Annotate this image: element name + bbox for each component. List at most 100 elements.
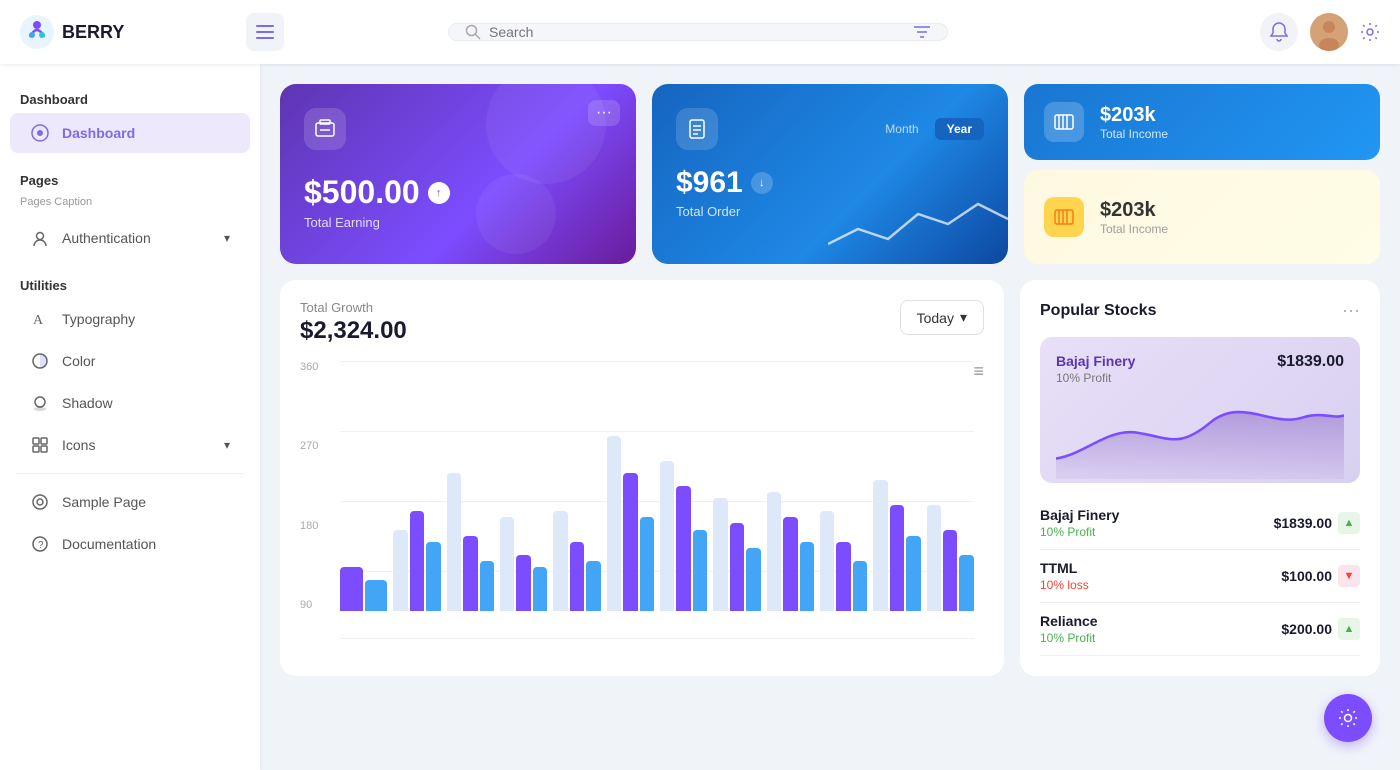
- bar-group-6: [660, 461, 707, 611]
- stock-row-1: TTML 10% loss $100.00 ▼: [1040, 550, 1360, 603]
- income-yellow-amount: $203k: [1100, 199, 1168, 222]
- stock-name: TTML: [1040, 560, 1089, 576]
- income-yellow-icon: [1044, 197, 1084, 237]
- hamburger-button[interactable]: [246, 13, 284, 51]
- bar-light: [820, 511, 834, 611]
- stock-right: $1839.00 ▲: [1274, 512, 1360, 534]
- stocks-title: Popular Stocks: [1040, 302, 1156, 320]
- search-input[interactable]: [489, 24, 905, 40]
- filter-icon: [913, 24, 931, 40]
- bar-blue: [853, 561, 867, 611]
- bar-group-1: [393, 511, 440, 611]
- sidebar-item-authentication[interactable]: Authentication ▾: [10, 218, 250, 258]
- bar-group-8: [767, 492, 814, 611]
- stock-row-0: Bajaj Finery 10% Profit $1839.00 ▲: [1040, 497, 1360, 550]
- icons-chevron: ▾: [224, 438, 230, 452]
- bar-purple: [570, 542, 584, 611]
- topnav-right: [1260, 13, 1380, 51]
- grid-line-5: [340, 638, 974, 639]
- income-yellow-info: $203k Total Income: [1100, 199, 1168, 236]
- earning-card-menu[interactable]: ···: [588, 100, 620, 126]
- sidebar-item-icons[interactable]: Icons ▾: [10, 425, 250, 465]
- bottom-row: Total Growth $2,324.00 Today ▾ ≡: [280, 280, 1380, 676]
- chart-bars: [340, 361, 974, 611]
- bar-purple: [890, 505, 904, 611]
- year-tab[interactable]: Year: [935, 118, 984, 140]
- bar-purple: [410, 511, 424, 611]
- search-bar: [448, 23, 948, 41]
- bar-purple: [836, 542, 850, 611]
- bar-blue: [586, 561, 600, 611]
- bar-purple: [463, 536, 477, 611]
- typography-icon: A: [30, 309, 50, 329]
- sidebar-section-dashboard: Dashboard: [0, 84, 260, 111]
- sidebar-item-shadow[interactable]: Shadow: [10, 383, 250, 423]
- bar-group-2: [447, 473, 494, 611]
- topnav: BERRY: [0, 0, 1400, 64]
- bajaj-name: Bajaj Finery: [1056, 353, 1135, 369]
- bar-group-11: [927, 505, 974, 611]
- income-blue-icon: [1044, 102, 1084, 142]
- notification-button[interactable]: [1260, 13, 1298, 51]
- menu-icon: [256, 25, 274, 39]
- settings-button[interactable]: [1360, 22, 1380, 42]
- bar-light: [500, 517, 514, 611]
- bar-blue: [800, 542, 814, 611]
- user-avatar: [1310, 13, 1348, 51]
- bar-blue: [906, 536, 920, 611]
- stocks-card: Popular Stocks ··· Bajaj Finery 10% Prof…: [1020, 280, 1380, 676]
- sidebar: Dashboard Dashboard Pages Pages Caption …: [0, 64, 260, 770]
- gear-icon: [1360, 22, 1380, 42]
- earning-trend-icon: ↑: [428, 182, 450, 204]
- stocks-menu-button[interactable]: ···: [1342, 300, 1360, 321]
- sidebar-item-dashboard[interactable]: Dashboard: [10, 113, 250, 153]
- stock-info: Bajaj Finery 10% Profit: [1040, 507, 1119, 539]
- svg-text:?: ?: [38, 540, 44, 551]
- stock-price: $100.00: [1281, 568, 1332, 584]
- bar-purple: [943, 530, 957, 611]
- bar-group-3: [500, 517, 547, 611]
- sidebar-item-documentation[interactable]: ? Documentation: [10, 524, 250, 564]
- bar-group-4: [553, 511, 600, 611]
- sidebar-item-sample-page[interactable]: Sample Page: [10, 482, 250, 522]
- filter-button[interactable]: [913, 24, 931, 40]
- svg-text:A: A: [33, 313, 44, 328]
- bar-light: [927, 505, 941, 611]
- fab-gear-icon: [1337, 707, 1359, 729]
- income-blue-card: $203k Total Income: [1024, 84, 1380, 160]
- icons-icon: [30, 435, 50, 455]
- bar-purple: [676, 486, 690, 611]
- order-mini-chart: [828, 184, 1008, 264]
- sidebar-section-pages: Pages: [0, 165, 260, 192]
- sample-page-icon: [30, 492, 50, 512]
- bajaj-price: $1839.00: [1277, 353, 1344, 371]
- today-button[interactable]: Today ▾: [900, 300, 984, 335]
- income-yellow-card: $203k Total Income: [1024, 170, 1380, 264]
- documentation-icon: ?: [30, 534, 50, 554]
- main-layout: Dashboard Dashboard Pages Pages Caption …: [0, 64, 1400, 770]
- bar-light: [607, 436, 621, 611]
- chart-menu-button[interactable]: ≡: [973, 361, 984, 382]
- top-cards-row: ··· $500.00 ↑ Total Earning: [280, 84, 1380, 264]
- bar-group-9: [820, 511, 867, 611]
- stock-trend-badge: ▲: [1338, 512, 1360, 534]
- bar-group-5: [607, 436, 654, 611]
- bar-light: [713, 498, 727, 611]
- bar-blue: [533, 567, 547, 611]
- bar-light: [660, 461, 674, 611]
- bar-blue: [693, 530, 707, 611]
- income-blue-amount: $203k: [1100, 104, 1168, 127]
- dashboard-icon: [30, 123, 50, 143]
- month-tab[interactable]: Month: [873, 118, 930, 140]
- chart-title: Total Growth: [300, 300, 407, 315]
- stock-sub: 10% Profit: [1040, 525, 1119, 539]
- bar-purple: [340, 567, 363, 611]
- authentication-chevron: ▾: [224, 231, 230, 245]
- sidebar-item-typography[interactable]: A Typography: [10, 299, 250, 339]
- income-blue-label: Total Income: [1100, 127, 1168, 141]
- bar-blue: [640, 517, 654, 611]
- fab-button[interactable]: [1324, 694, 1372, 742]
- avatar[interactable]: [1310, 13, 1348, 51]
- stock-trend-badge: ▲: [1338, 618, 1360, 640]
- sidebar-item-color[interactable]: Color: [10, 341, 250, 381]
